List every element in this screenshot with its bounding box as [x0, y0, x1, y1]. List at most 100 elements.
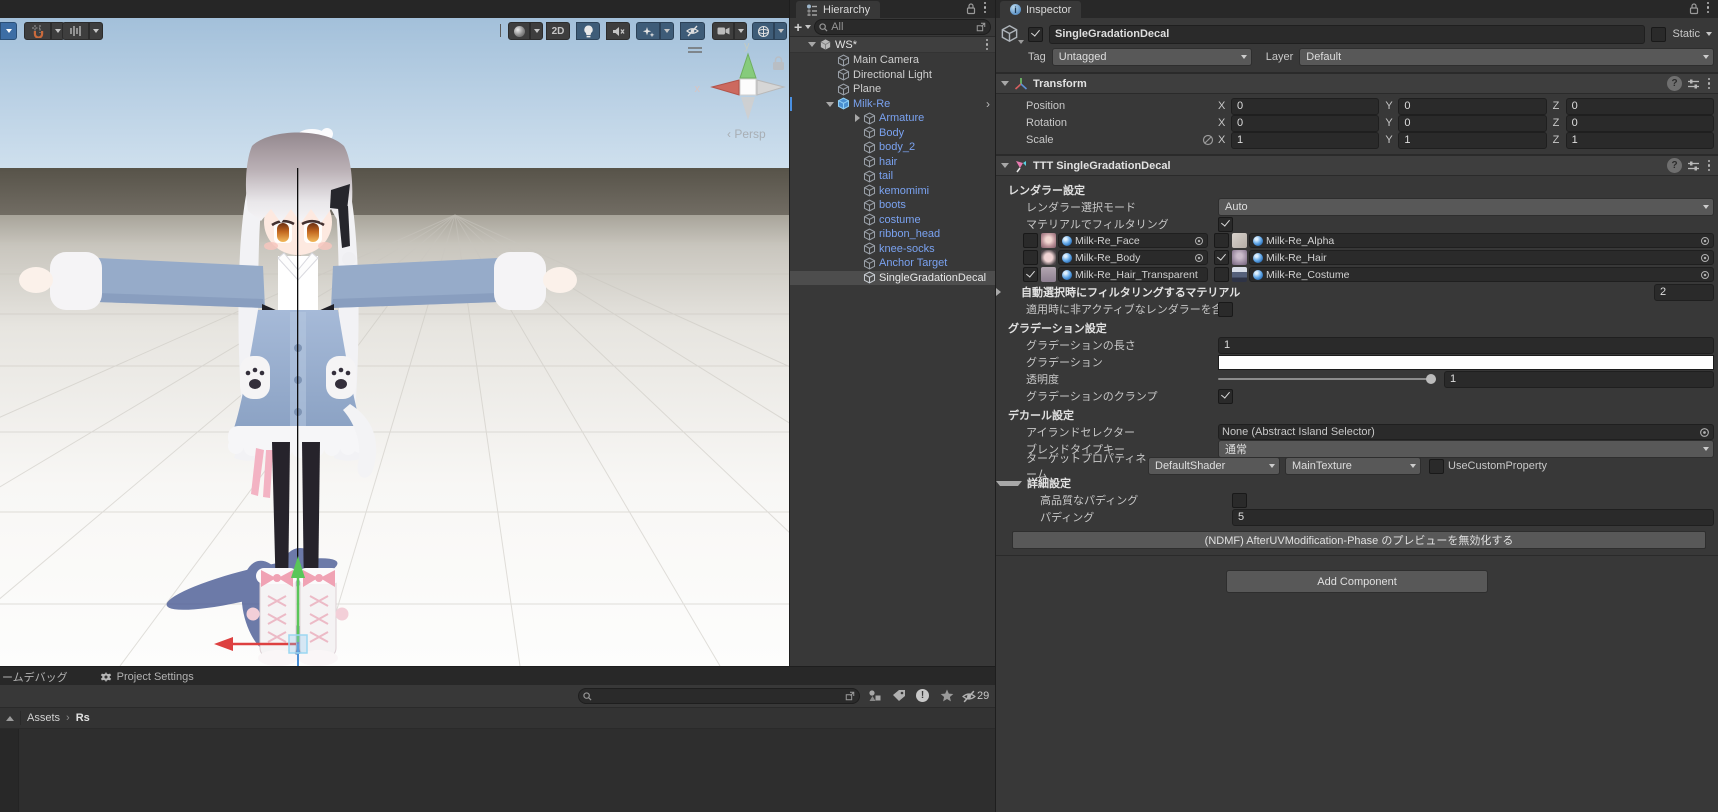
inspector-menu-kebab-icon[interactable] [1704, 2, 1712, 14]
padding-field[interactable]: 5 [1232, 509, 1714, 526]
view-2d-button[interactable]: 2D [546, 22, 570, 40]
include-inactive-checkbox[interactable] [1218, 302, 1233, 317]
renderer-mode-dropdown[interactable]: Auto [1218, 198, 1714, 216]
rotation-y-field[interactable]: 0 [1398, 115, 1546, 132]
scene-header-row[interactable]: WS* [790, 37, 995, 53]
tab-hierarchy[interactable]: Hierarchy [796, 1, 880, 18]
transform-kebab-icon[interactable] [1705, 78, 1713, 90]
hierarchy-search-input[interactable]: All [814, 19, 991, 35]
axis-x-label[interactable]: x [695, 83, 701, 95]
filter-by-label-tag-icon[interactable] [892, 689, 906, 703]
object-name-field[interactable]: SingleGradationDecal [1049, 25, 1645, 44]
texture-dropdown[interactable]: MainTexture [1285, 457, 1421, 475]
tag-dropdown[interactable]: Untagged [1052, 48, 1252, 66]
hierarchy-item-anchor-target[interactable]: Anchor Target [790, 256, 995, 271]
material-checkbox-milk-re-body[interactable] [1023, 250, 1038, 265]
material-checkbox-milk-re-hair[interactable] [1214, 250, 1229, 265]
tool-handle-dropdown[interactable] [0, 22, 17, 40]
hierarchy-item-costume[interactable]: costume [790, 213, 995, 228]
grid-snap-magnet-icon[interactable] [24, 22, 51, 40]
transform-foldout-icon[interactable] [1001, 81, 1009, 86]
advanced-foldout-icon[interactable] [996, 481, 1022, 486]
breadcrumb-current-folder[interactable]: Rs [76, 712, 90, 724]
hierarchy-item-ribbon-head[interactable]: ribbon_head [790, 227, 995, 242]
hierarchy-item-directional-light[interactable]: Directional Light [790, 68, 995, 83]
project-content-area[interactable] [0, 729, 995, 812]
material-checkbox-milk-re-costume[interactable] [1214, 267, 1229, 282]
auto-filter-foldout-icon[interactable] [996, 288, 1017, 296]
object-picker-icon[interactable] [1194, 236, 1204, 246]
material-filter-checkbox[interactable] [1218, 217, 1233, 232]
material-checkbox-milk-re-alpha[interactable] [1214, 233, 1229, 248]
position-y-field[interactable]: 0 [1398, 98, 1546, 115]
presets-icon[interactable] [1687, 160, 1700, 172]
help-icon[interactable]: ? [1667, 76, 1682, 91]
opacity-slider[interactable] [1218, 371, 1436, 387]
foldout-down-icon[interactable] [826, 102, 834, 107]
clamp-checkbox[interactable] [1218, 389, 1233, 404]
hierarchy-item-singlegradationdecal[interactable]: SingleGradationDecal [790, 271, 995, 286]
render-mode-sphere-icon[interactable] [508, 22, 530, 40]
ttt-kebab-icon[interactable] [1705, 160, 1713, 172]
material-checkbox-milk-re-face[interactable] [1023, 233, 1038, 248]
hierarchy-item-main-camera[interactable]: Main Camera [790, 53, 995, 68]
filter-by-type-icon[interactable] [868, 689, 882, 703]
opacity-field[interactable]: 1 [1444, 371, 1714, 388]
foldout-right-icon[interactable] [855, 114, 860, 122]
scene-foldout-icon[interactable] [808, 42, 816, 47]
search-in-window-icon[interactable] [976, 22, 986, 32]
lock-icon[interactable] [965, 2, 977, 15]
ndmf-preview-toggle-button[interactable]: (NDMF) AfterUVModification-Phase のプレビューを… [1012, 531, 1706, 549]
render-mode-dropdown[interactable] [530, 22, 543, 40]
ttt-component-header[interactable]: TTT SingleGradationDecal ? [996, 155, 1718, 176]
console-warning-icon[interactable]: ! [916, 689, 929, 702]
snap-increment-dropdown[interactable] [89, 22, 103, 40]
enable-checkbox[interactable] [1028, 27, 1043, 42]
layer-dropdown[interactable]: Default [1299, 48, 1714, 66]
object-picker-icon[interactable] [1700, 236, 1710, 246]
hierarchy-item-armature[interactable]: Armature [790, 111, 995, 126]
hierarchy-item-body-2[interactable]: body_2 [790, 140, 995, 155]
hq-padding-checkbox[interactable] [1232, 493, 1247, 508]
scale-z-field[interactable]: 1 [1566, 132, 1714, 149]
axis-y-label[interactable]: y [744, 40, 750, 52]
gradient-preview-bar[interactable] [1218, 355, 1714, 370]
scale-unlinked-icon[interactable] [1202, 134, 1214, 146]
auto-filter-size-field[interactable]: 2 [1654, 284, 1714, 301]
help-icon[interactable]: ? [1667, 158, 1682, 173]
object-picker-icon[interactable] [1194, 253, 1204, 263]
scene-lighting-bulb-icon[interactable] [576, 22, 600, 40]
material-checkbox-milk-re-hair-transparent[interactable] [1023, 267, 1038, 282]
tab-project-settings[interactable]: Project Settings [91, 668, 203, 685]
hierarchy-item-boots[interactable]: boots [790, 198, 995, 213]
material-field-milk-re-alpha[interactable]: Milk-Re_Alpha [1249, 233, 1714, 248]
hierarchy-item-body[interactable]: Body [790, 126, 995, 141]
tab-inspector[interactable]: i Inspector [1000, 1, 1081, 18]
presets-icon[interactable] [1687, 78, 1700, 90]
static-checkbox[interactable] [1651, 27, 1666, 42]
hidden-count-eye-off-icon[interactable] [962, 690, 976, 703]
shader-dropdown[interactable]: DefaultShader [1148, 457, 1280, 475]
use-custom-property-checkbox[interactable] [1429, 459, 1444, 474]
add-object-dropdown[interactable] [805, 25, 811, 29]
object-picker-icon[interactable] [1700, 270, 1710, 280]
material-field-milk-re-face[interactable]: Milk-Re_Face [1058, 233, 1208, 248]
position-x-field[interactable]: 0 [1231, 98, 1379, 115]
lock-icon[interactable] [1688, 2, 1700, 15]
snap-increment-ruler-icon[interactable] [62, 22, 89, 40]
scene-viewport[interactable]: y x ‹ Persp [0, 18, 789, 666]
hierarchy-item-plane[interactable]: Plane [790, 82, 995, 97]
gizmos-globe-icon[interactable] [752, 22, 774, 40]
scale-x-field[interactable]: 1 [1231, 132, 1379, 149]
gizmos-dropdown[interactable] [774, 22, 787, 40]
camera-dropdown[interactable] [734, 22, 747, 40]
material-field-milk-re-hair[interactable]: Milk-Re_Hair [1249, 250, 1714, 265]
effects-stars-icon[interactable] [636, 22, 660, 40]
static-dropdown[interactable] [1706, 32, 1712, 36]
hierarchy-item-kemomimi[interactable]: kemomimi [790, 184, 995, 199]
tab-debug[interactable]: ームデバッグ [0, 668, 77, 685]
effects-dropdown[interactable] [660, 22, 674, 40]
scene-visibility-eye-off-icon[interactable] [680, 22, 705, 40]
gradation-length-field[interactable]: 1 [1218, 337, 1714, 354]
persp-label[interactable]: ‹ Persp [727, 127, 766, 141]
